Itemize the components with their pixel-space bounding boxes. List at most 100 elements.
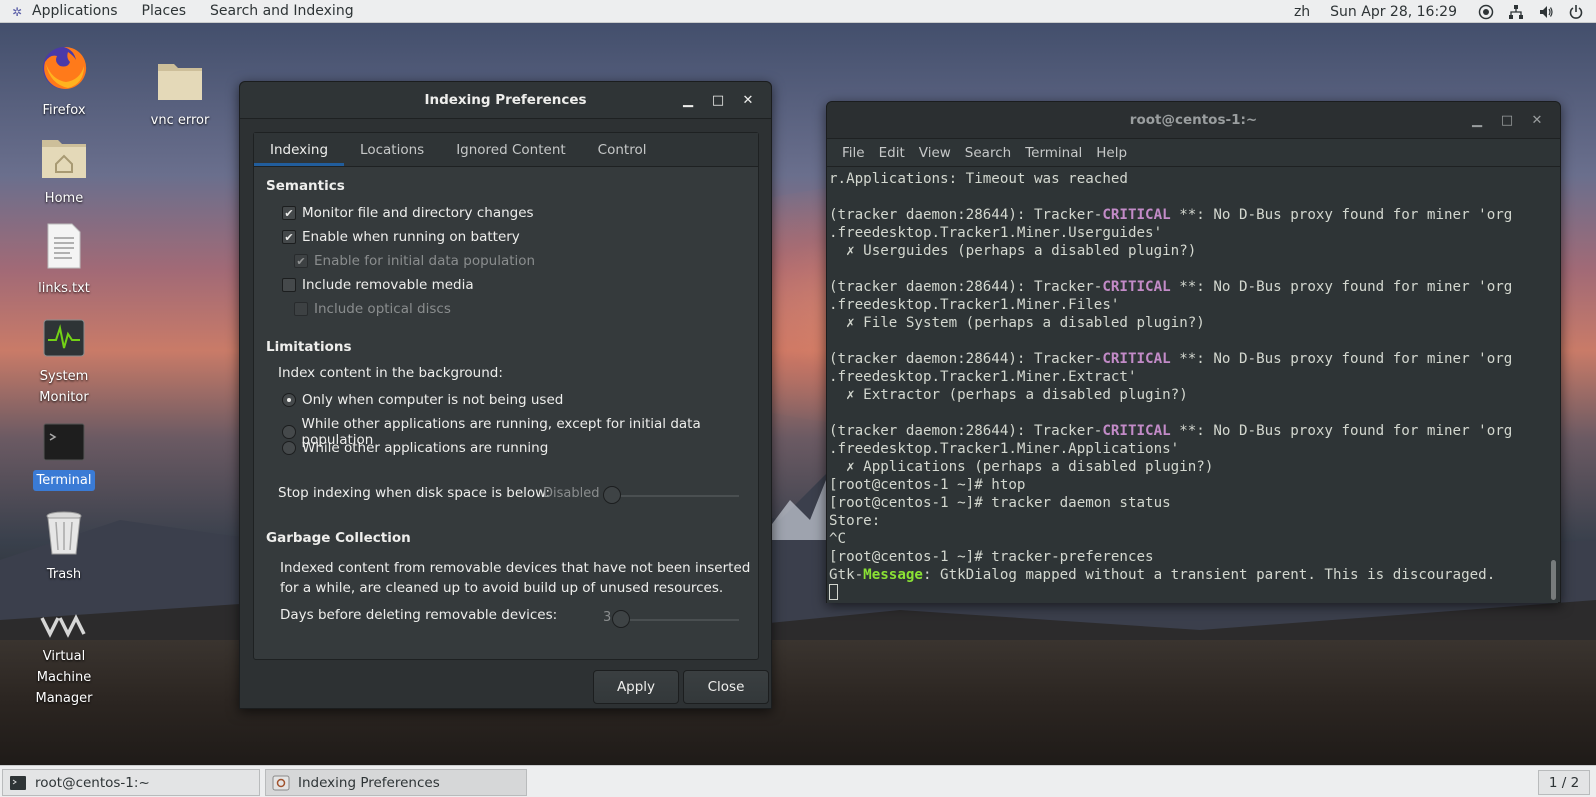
vnc-error-label: vnc error (150, 113, 210, 128)
disk-space-slider-knob[interactable] (603, 486, 621, 504)
desktop-icon-trash[interactable]: Trash (24, 510, 104, 585)
maximize-icon[interactable]: □ (703, 93, 733, 108)
checkbox-unchecked-icon (294, 302, 308, 316)
minimize-icon[interactable]: ▁ (1462, 113, 1492, 128)
power-icon[interactable] (1568, 4, 1584, 20)
input-method-indicator[interactable]: zh (1284, 4, 1320, 20)
terminal-line: (tracker daemon:28644): Tracker-CRITICAL… (829, 423, 1513, 439)
tab-control[interactable]: Control (582, 133, 663, 166)
desktop-icon-home[interactable]: Home (24, 134, 104, 209)
initial-population-label: Enable for initial data population (314, 253, 536, 269)
terminal-window: root@centos-1:~ ▁ □ ✕ File Edit View Sea… (826, 101, 1561, 603)
minimize-icon[interactable]: ▁ (673, 93, 703, 108)
maximize-icon[interactable]: □ (1492, 113, 1522, 128)
trash-label: Trash (46, 567, 82, 582)
desktop-icon-system-monitor[interactable]: System Monitor (24, 318, 104, 408)
desktop-icon-firefox[interactable]: Firefox (24, 44, 104, 121)
trash-icon (46, 511, 82, 555)
terminal-line: (tracker daemon:28644): Tracker-CRITICAL… (829, 351, 1513, 367)
tab-indexing[interactable]: Indexing (254, 133, 345, 166)
terminal-line: .freedesktop.Tracker1.Miner.Userguides' (829, 225, 1163, 241)
task-terminal[interactable]: root@centos-1:~ (2, 769, 260, 796)
terminal-title: root@centos-1:~ (1129, 112, 1258, 128)
menu-file[interactable]: File (835, 145, 872, 161)
removable-media-checkbox[interactable]: Include removable media (282, 277, 474, 293)
close-icon[interactable]: ✕ (1522, 113, 1552, 128)
enable-on-battery-checkbox[interactable]: ✔ Enable when running on battery (282, 229, 520, 245)
text-file-icon (47, 223, 81, 269)
bottom-taskbar: root@centos-1:~ Indexing Preferences 1 /… (0, 765, 1596, 797)
days-slider-knob[interactable] (612, 610, 630, 628)
radio-unselected-icon (282, 425, 296, 439)
menu-terminal[interactable]: Terminal (1018, 145, 1089, 161)
days-value: 3 (603, 610, 612, 625)
scrollbar-thumb[interactable] (1551, 560, 1556, 600)
terminal-line: (tracker daemon:28644): Tracker-CRITICAL… (829, 279, 1513, 295)
close-icon[interactable]: ✕ (733, 93, 763, 108)
terminal-line: .freedesktop.Tracker1.Miner.Extract' (829, 369, 1137, 385)
terminal-menubar: File Edit View Search Terminal Help (827, 139, 1560, 167)
desktop-icon-terminal[interactable]: Terminal (24, 422, 104, 491)
search-indexing-menu[interactable]: Search and Indexing (198, 0, 366, 23)
search-indexing-label: Search and Indexing (210, 3, 354, 19)
task-indexing-label: Indexing Preferences (298, 774, 440, 791)
radio-while-running[interactable]: While other applications are running (282, 440, 548, 456)
gnome-foot-icon: ✲ (12, 5, 23, 19)
menu-edit[interactable]: Edit (872, 145, 912, 161)
system-monitor-icon (43, 319, 85, 357)
network-icon[interactable] (1508, 4, 1524, 20)
indexing-preferences-dialog: Indexing Preferences ▁ □ ✕ Indexing Loca… (239, 81, 772, 709)
radio-not-being-used-label: Only when computer is not being used (302, 392, 564, 408)
monitor-changes-checkbox[interactable]: ✔ Monitor file and directory changes (282, 205, 534, 221)
links-label: links.txt (38, 281, 90, 296)
workspace-switcher[interactable]: 1 / 2 (1538, 770, 1590, 795)
task-indexing-preferences[interactable]: Indexing Preferences (265, 769, 527, 796)
desktop-icon-virtual-machine-manager[interactable]: Virtual Machine Manager (24, 614, 104, 709)
accessibility-icon[interactable] (1478, 4, 1494, 20)
terminal-line: .freedesktop.Tracker1.Miner.Applications… (829, 441, 1180, 457)
places-label: Places (141, 3, 187, 19)
top-bar: ✲ Applications Places Search and Indexin… (0, 0, 1596, 23)
dialog-title: Indexing Preferences (424, 92, 587, 108)
checkbox-checked-icon: ✔ (282, 230, 296, 244)
terminal-cursor (829, 584, 838, 600)
terminal-line: Gtk-Message: GtkDialog mapped without a … (829, 567, 1496, 583)
clock[interactable]: Sun Apr 28, 16:29 (1320, 4, 1471, 20)
initial-population-checkbox: ✔ Enable for initial data population (294, 253, 535, 269)
terminal-titlebar[interactable]: root@centos-1:~ ▁ □ ✕ (827, 102, 1560, 139)
radio-selected-icon (282, 393, 296, 407)
terminal-scrollbar[interactable] (1548, 168, 1558, 603)
dialog-titlebar[interactable]: Indexing Preferences ▁ □ ✕ (240, 82, 771, 119)
terminal-output[interactable]: r.Applications: Timeout was reached (tra… (827, 168, 1550, 603)
terminal-line: [root@centos-1 ~]# htop (829, 477, 1026, 493)
tab-bar: Indexing Locations Ignored Content Contr… (254, 133, 758, 167)
terminal-line: [root@centos-1 ~]# tracker-preferences (829, 549, 1154, 565)
disk-space-slider[interactable] (609, 495, 739, 497)
tab-ignored-content[interactable]: Ignored Content (440, 133, 581, 166)
firefox-icon (43, 46, 87, 89)
desktop-icon-vnc-error[interactable]: vnc error (140, 58, 220, 131)
menu-help[interactable]: Help (1089, 145, 1134, 161)
radio-not-being-used[interactable]: Only when computer is not being used (282, 392, 563, 408)
menu-view[interactable]: View (912, 145, 958, 161)
terminal-icon (43, 423, 85, 461)
desktop-icon-links-txt[interactable]: links.txt (24, 222, 104, 299)
home-label: Home (44, 191, 84, 206)
places-menu[interactable]: Places (130, 0, 199, 23)
disk-space-value: Disabled (543, 486, 600, 501)
days-before-deleting-label: Days before deleting removable devices: (280, 607, 558, 623)
applications-menu[interactable]: ✲ Applications (0, 0, 130, 23)
enable-on-battery-label: Enable when running on battery (302, 229, 520, 245)
days-slider[interactable] (616, 619, 739, 621)
garbage-collection-heading: Garbage Collection (266, 530, 411, 546)
menu-search[interactable]: Search (958, 145, 1018, 161)
limitations-heading: Limitations (266, 339, 352, 355)
volume-icon[interactable] (1538, 4, 1554, 20)
apply-button[interactable]: Apply (593, 670, 679, 704)
tab-locations[interactable]: Locations (344, 133, 440, 166)
indexing-app-icon (272, 775, 290, 790)
close-button[interactable]: Close (683, 670, 769, 704)
